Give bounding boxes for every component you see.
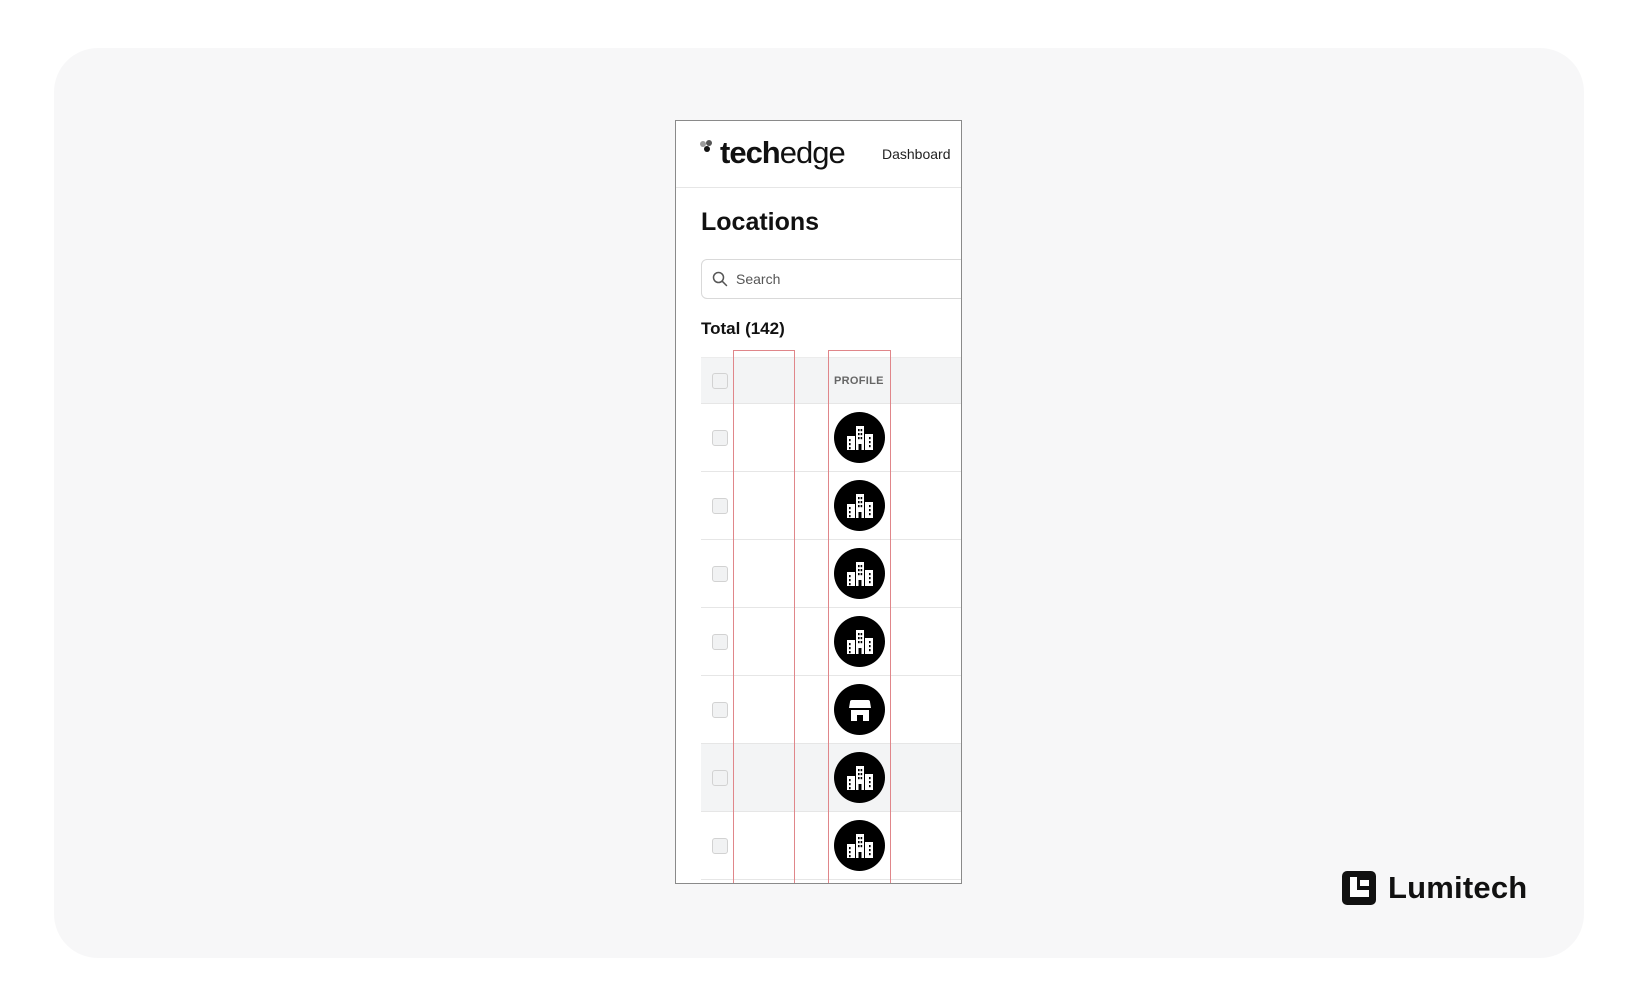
select-all-checkbox[interactable] — [712, 373, 728, 389]
row-checkbox[interactable] — [712, 634, 728, 650]
mobile-screen: techedge Dashboard Locations Total (142)… — [675, 120, 962, 884]
building-icon — [834, 548, 885, 599]
table-row[interactable] — [701, 404, 961, 472]
lumitech-brand: Lumitech — [1342, 870, 1527, 906]
table-row[interactable] — [701, 676, 961, 744]
lumitech-logo-icon — [1342, 871, 1376, 905]
table-row[interactable] — [701, 812, 961, 880]
search-box[interactable] — [701, 259, 961, 299]
row-checkbox[interactable] — [712, 430, 728, 446]
store-icon — [834, 684, 885, 735]
building-icon — [834, 616, 885, 667]
building-icon — [834, 820, 885, 871]
column-header-profile: PROFILE — [834, 375, 884, 387]
building-icon — [834, 412, 885, 463]
table-row[interactable] — [701, 472, 961, 540]
top-bar: techedge Dashboard — [676, 121, 961, 188]
building-icon — [834, 752, 885, 803]
row-checkbox[interactable] — [712, 498, 728, 514]
row-checkbox[interactable] — [712, 566, 728, 582]
building-icon — [834, 480, 885, 531]
row-checkbox[interactable] — [712, 770, 728, 786]
nav-dashboard-link[interactable]: Dashboard — [882, 146, 951, 162]
logo-mark-icon — [700, 140, 718, 158]
row-checkbox[interactable] — [712, 838, 728, 854]
table-row[interactable] — [701, 608, 961, 676]
table-row[interactable] — [701, 540, 961, 608]
search-icon — [712, 271, 728, 287]
table-row[interactable] — [701, 744, 961, 812]
search-input[interactable] — [736, 268, 936, 290]
techedge-logo[interactable]: techedge — [700, 135, 846, 171]
page-title: Locations — [701, 208, 820, 236]
row-checkbox[interactable] — [712, 702, 728, 718]
logo-text: techedge — [720, 135, 846, 170]
table-header: PROFILE — [701, 357, 961, 404]
total-count: Total (142) — [701, 319, 785, 338]
brand-name: Lumitech — [1388, 870, 1528, 905]
locations-table: PROFILE — [701, 357, 961, 880]
